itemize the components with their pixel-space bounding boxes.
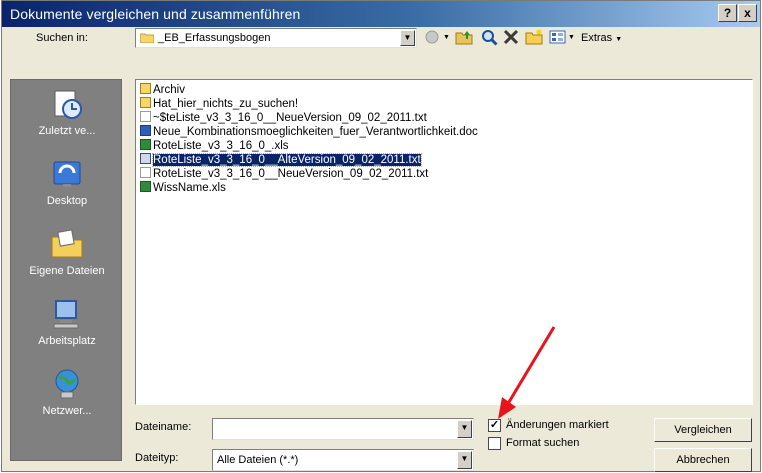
- filetype-dropdown[interactable]: Alle Dateien (*.*) ▼: [212, 449, 474, 471]
- recent-documents-icon: [54, 90, 82, 119]
- list-item-selected[interactable]: RoteListe_v3_3_16_0__AlteVersion_09_02_2…: [140, 153, 422, 167]
- views-dropdown-icon[interactable]: ▼: [568, 34, 575, 54]
- find-format-checkbox[interactable]: [488, 437, 501, 450]
- find-format-label: Format suchen: [506, 437, 580, 449]
- list-item[interactable]: Hat_hier_nichts_zu_suchen!: [140, 97, 298, 111]
- text-file-icon: [140, 153, 151, 164]
- place-my-documents-label: Eigene Dateien: [29, 265, 105, 277]
- text-file-icon: [140, 111, 151, 122]
- filename-label: Dateiname:: [135, 421, 192, 433]
- help-button[interactable]: ?: [718, 4, 737, 22]
- search-web-icon: [482, 30, 498, 46]
- chevron-down-icon[interactable]: ▼: [400, 30, 415, 46]
- place-my-computer-label: Arbeitsplatz: [38, 335, 96, 347]
- lookin-value: _EB_Erfassungsbogen: [158, 32, 271, 44]
- place-desktop-label: Desktop: [46, 195, 88, 207]
- dialog-title: Dokumente vergleichen und zusammenführen: [10, 6, 301, 22]
- list-item[interactable]: ~$teListe_v3_3_16_0__NeueVersion_09_02_2…: [140, 111, 427, 125]
- filetype-value: Alle Dateien (*.*): [217, 454, 299, 466]
- compare-button[interactable]: Vergleichen: [654, 418, 752, 442]
- file-list[interactable]: Archiv Hat_hier_nichts_zu_suchen! ~$teLi…: [135, 79, 753, 405]
- desktop-icon: [53, 161, 81, 187]
- place-my-documents[interactable]: Eigene Dateien: [11, 227, 123, 277]
- back-dropdown-icon[interactable]: ▼: [443, 34, 450, 54]
- up-folder-button[interactable]: [454, 27, 474, 47]
- delete-icon: [503, 29, 519, 45]
- close-button[interactable]: x: [738, 4, 757, 22]
- chevron-down-icon[interactable]: ▼: [457, 451, 472, 469]
- lookin-dropdown[interactable]: _EB_Erfassungsbogen ▼: [135, 28, 417, 48]
- lookin-label: Suchen in:: [36, 32, 88, 44]
- file-name: WissName.xls: [153, 182, 226, 194]
- excel-file-icon: [140, 181, 151, 192]
- annotation-arrow-icon: [498, 326, 556, 419]
- word-document-icon: [140, 125, 151, 136]
- chevron-down-icon[interactable]: ▼: [457, 420, 472, 438]
- my-computer-icon: [53, 300, 79, 329]
- file-name: Archiv: [153, 84, 185, 96]
- place-network-label: Netzwer...: [42, 405, 92, 417]
- extras-menu[interactable]: Extras ▼: [581, 32, 622, 52]
- folder-icon: [140, 97, 151, 108]
- extras-dropdown-icon: ▼: [615, 36, 623, 43]
- cancel-button[interactable]: Abbrechen: [654, 448, 752, 472]
- search-web-button[interactable]: [480, 27, 500, 47]
- list-item[interactable]: RoteListe_v3_3_16_0__NeueVersion_09_02_2…: [140, 167, 428, 181]
- excel-file-icon: [140, 139, 151, 150]
- place-my-computer[interactable]: Arbeitsplatz: [11, 297, 123, 347]
- list-item[interactable]: Archiv: [140, 83, 185, 97]
- new-folder-icon: [525, 29, 543, 45]
- back-button[interactable]: [424, 27, 440, 47]
- compare-documents-dialog: Dokumente vergleichen und zusammenführen…: [1, 0, 761, 472]
- list-item[interactable]: WissName.xls: [140, 181, 226, 195]
- text-file-icon: [140, 167, 151, 178]
- file-name: RoteListe_v3_3_16_0__AlteVersion_09_02_2…: [152, 153, 422, 167]
- folder-icon: [139, 32, 155, 44]
- file-name: Neue_Kombinationsmoeglichkeiten_fuer_Ver…: [153, 126, 478, 138]
- place-recent[interactable]: Zuletzt ve...: [11, 87, 123, 137]
- views-button[interactable]: [548, 27, 568, 47]
- file-name: Hat_hier_nichts_zu_suchen!: [153, 98, 299, 110]
- place-recent-label: Zuletzt ve...: [38, 125, 96, 137]
- list-item[interactable]: RoteListe_v3_3_16_0_.xls: [140, 139, 289, 153]
- places-bar: Zuletzt ve... Desktop Eigene Dateien Arb…: [10, 79, 122, 461]
- place-network[interactable]: Netzwer...: [11, 367, 123, 417]
- title-bar[interactable]: Dokumente vergleichen und zusammenführen…: [2, 1, 760, 27]
- new-folder-button[interactable]: [524, 27, 544, 47]
- views-icon: [549, 30, 566, 44]
- network-places-icon: [55, 369, 79, 399]
- back-icon: [425, 30, 439, 44]
- file-name: RoteListe_v3_3_16_0_.xls: [153, 140, 289, 152]
- filename-input[interactable]: ▼: [212, 418, 474, 440]
- folder-icon: [140, 83, 151, 94]
- file-name: ~$teListe_v3_3_16_0__NeueVersion_09_02_2…: [153, 112, 427, 124]
- my-documents-icon: [51, 229, 83, 258]
- list-item[interactable]: Neue_Kombinationsmoeglichkeiten_fuer_Ver…: [140, 125, 478, 139]
- delete-button[interactable]: [502, 27, 520, 47]
- up-folder-icon: [455, 31, 473, 45]
- place-desktop[interactable]: Desktop: [11, 157, 123, 207]
- file-name: RoteListe_v3_3_16_0__NeueVersion_09_02_2…: [153, 168, 429, 180]
- filetype-label: Dateityp:: [135, 452, 179, 464]
- extras-label: Extras: [581, 32, 613, 44]
